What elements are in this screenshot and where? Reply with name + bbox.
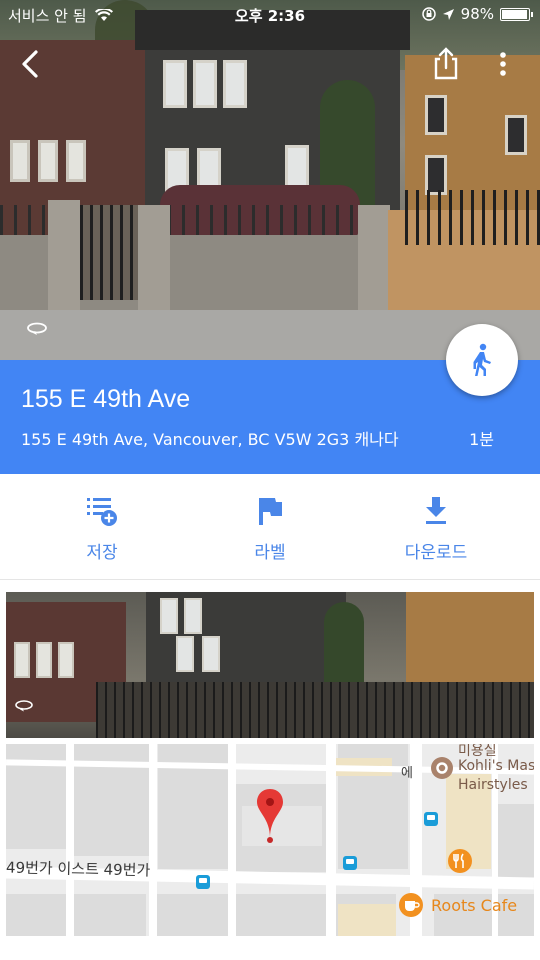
window bbox=[58, 642, 74, 678]
map-road bbox=[326, 744, 336, 936]
iron-railing bbox=[405, 190, 540, 245]
walking-directions-button[interactable] bbox=[446, 324, 518, 396]
street-view-image[interactable]: 서비스 안 됨 오후 2:36 98% bbox=[0, 0, 540, 360]
iron-gate bbox=[80, 205, 138, 300]
download-button[interactable]: 다운로드 bbox=[376, 494, 496, 563]
battery-icon bbox=[500, 7, 533, 21]
street-view-thumbnail[interactable] bbox=[6, 592, 534, 738]
map-preview[interactable]: 49번가 이스트 49번가 에 미용실 Kohli's Mas Hairstyl… bbox=[6, 744, 534, 936]
window bbox=[14, 642, 30, 678]
street-label: 49번가 이스트 49번가 bbox=[6, 858, 151, 880]
place-title: 155 E 49th Ave bbox=[21, 385, 191, 413]
battery-level bbox=[502, 9, 528, 19]
map-block bbox=[498, 804, 534, 884]
360-rotate-icon bbox=[15, 700, 33, 712]
download-label: 다운로드 bbox=[404, 543, 468, 563]
walk-time: 1분 bbox=[469, 430, 494, 449]
window bbox=[160, 598, 178, 634]
flag-icon bbox=[259, 498, 282, 525]
map-road bbox=[228, 744, 236, 936]
rotation-lock-icon bbox=[421, 7, 436, 21]
status-indicators: 98% bbox=[421, 5, 533, 23]
window bbox=[66, 140, 86, 182]
window bbox=[505, 115, 527, 155]
location-pin-icon[interactable] bbox=[256, 788, 284, 844]
wall-pillar bbox=[358, 205, 390, 310]
more-options-button[interactable] bbox=[490, 44, 516, 84]
window bbox=[223, 60, 247, 108]
window bbox=[184, 598, 202, 634]
window bbox=[193, 60, 217, 108]
playlist-add-icon bbox=[87, 498, 117, 526]
window bbox=[36, 642, 52, 678]
cafe-label: Roots Cafe bbox=[431, 896, 518, 915]
action-bar: 저장 라벨 다운로드 bbox=[0, 474, 540, 580]
poi-name-line1: Kohli's Mas bbox=[458, 758, 534, 774]
wall-pillar bbox=[48, 200, 80, 310]
window bbox=[202, 636, 220, 672]
map-road bbox=[66, 744, 74, 936]
share-button[interactable] bbox=[430, 44, 462, 84]
cafe-marker-icon[interactable] bbox=[398, 892, 424, 918]
window bbox=[38, 140, 58, 182]
360-rotate-icon bbox=[27, 322, 47, 335]
map-block bbox=[156, 894, 326, 936]
poi-name-line2: Hairstyles bbox=[458, 777, 528, 793]
salon-marker-icon[interactable] bbox=[430, 756, 454, 780]
restaurant-marker-icon[interactable] bbox=[447, 848, 473, 874]
window bbox=[163, 60, 187, 108]
battery-percent: 98% bbox=[460, 5, 494, 23]
wall-pillar bbox=[138, 205, 170, 310]
label-label: 라벨 bbox=[254, 543, 286, 563]
window bbox=[10, 140, 30, 182]
bus-stop-icon[interactable] bbox=[343, 856, 357, 870]
map-block bbox=[6, 894, 146, 936]
save-button[interactable]: 저장 bbox=[42, 494, 162, 563]
window bbox=[176, 636, 194, 672]
vertical-street-label: 에 bbox=[401, 766, 413, 781]
bus-stop-icon[interactable] bbox=[424, 812, 438, 826]
status-bar: 서비스 안 됨 오후 2:36 98% bbox=[0, 0, 540, 28]
map-road bbox=[149, 744, 157, 936]
location-arrow-icon bbox=[442, 8, 454, 20]
save-label: 저장 bbox=[86, 543, 118, 563]
window bbox=[425, 95, 447, 135]
label-button[interactable]: 라벨 bbox=[210, 494, 330, 563]
bus-stop-icon[interactable] bbox=[196, 875, 210, 889]
back-button[interactable] bbox=[14, 44, 48, 84]
map-block-commercial bbox=[338, 904, 396, 936]
download-icon bbox=[426, 497, 446, 524]
place-address: 155 E 49th Ave, Vancouver, BC V5W 2G3 캐나… bbox=[21, 430, 399, 449]
walking-person-icon bbox=[473, 343, 491, 376]
iron-fence bbox=[96, 682, 534, 738]
window bbox=[425, 155, 447, 195]
